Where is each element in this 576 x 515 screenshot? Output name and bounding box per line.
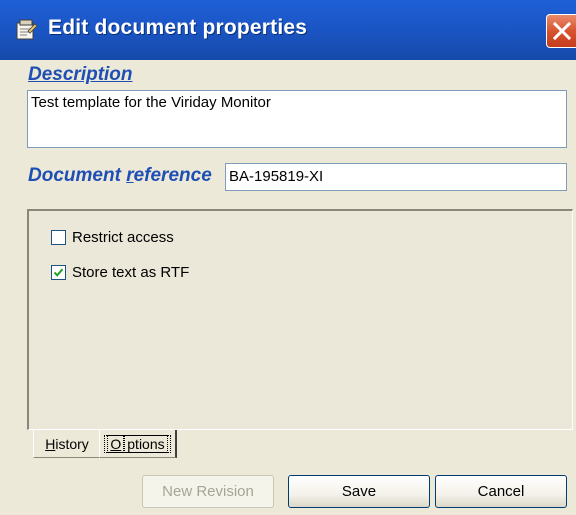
tab-options-label: Options <box>104 434 171 453</box>
tab-history[interactable]: History <box>33 430 101 458</box>
close-button[interactable] <box>546 14 576 48</box>
checkmark-icon <box>53 268 64 277</box>
store-rtf-checkbox[interactable] <box>51 265 66 280</box>
new-revision-button[interactable]: New Revision <box>142 475 274 508</box>
title-bar[interactable]: Edit document properties <box>0 0 576 60</box>
document-reference-hotkey: r <box>126 165 134 186</box>
restrict-access-checkbox[interactable] <box>51 230 66 245</box>
tab-options-rest: ptions <box>124 434 168 453</box>
document-reference-label: Document reference <box>28 165 212 187</box>
cancel-button[interactable]: Cancel <box>435 475 567 508</box>
tab-options-hotkey: O <box>107 434 125 453</box>
tab-history-label: History <box>45 436 89 452</box>
description-label-text: Description <box>28 64 133 85</box>
tab-history-rest: istory <box>55 435 89 452</box>
store-rtf-label: Store text as RTF <box>72 264 190 281</box>
tab-options[interactable]: Options <box>99 430 177 458</box>
tab-strip: History Options <box>27 430 573 460</box>
window-title: Edit document properties <box>48 16 308 39</box>
properties-icon <box>14 18 38 42</box>
document-reference-label-suffix: eference <box>133 165 212 186</box>
dialog-window: Edit document properties Description Tes… <box>0 0 576 515</box>
document-reference-field[interactable]: BA-195819-XI <box>225 163 567 191</box>
description-label: Description <box>28 64 133 86</box>
restrict-access-option[interactable]: Restrict access <box>51 229 174 246</box>
tab-history-hotkey: H <box>45 435 56 452</box>
document-reference-label-prefix: Document <box>28 165 127 186</box>
store-rtf-option[interactable]: Store text as RTF <box>51 264 189 281</box>
save-button[interactable]: Save <box>288 475 430 508</box>
description-field[interactable]: Test template for the Viriday Monitor <box>27 90 567 148</box>
close-icon <box>553 22 571 40</box>
restrict-access-label: Restrict access <box>72 229 174 246</box>
